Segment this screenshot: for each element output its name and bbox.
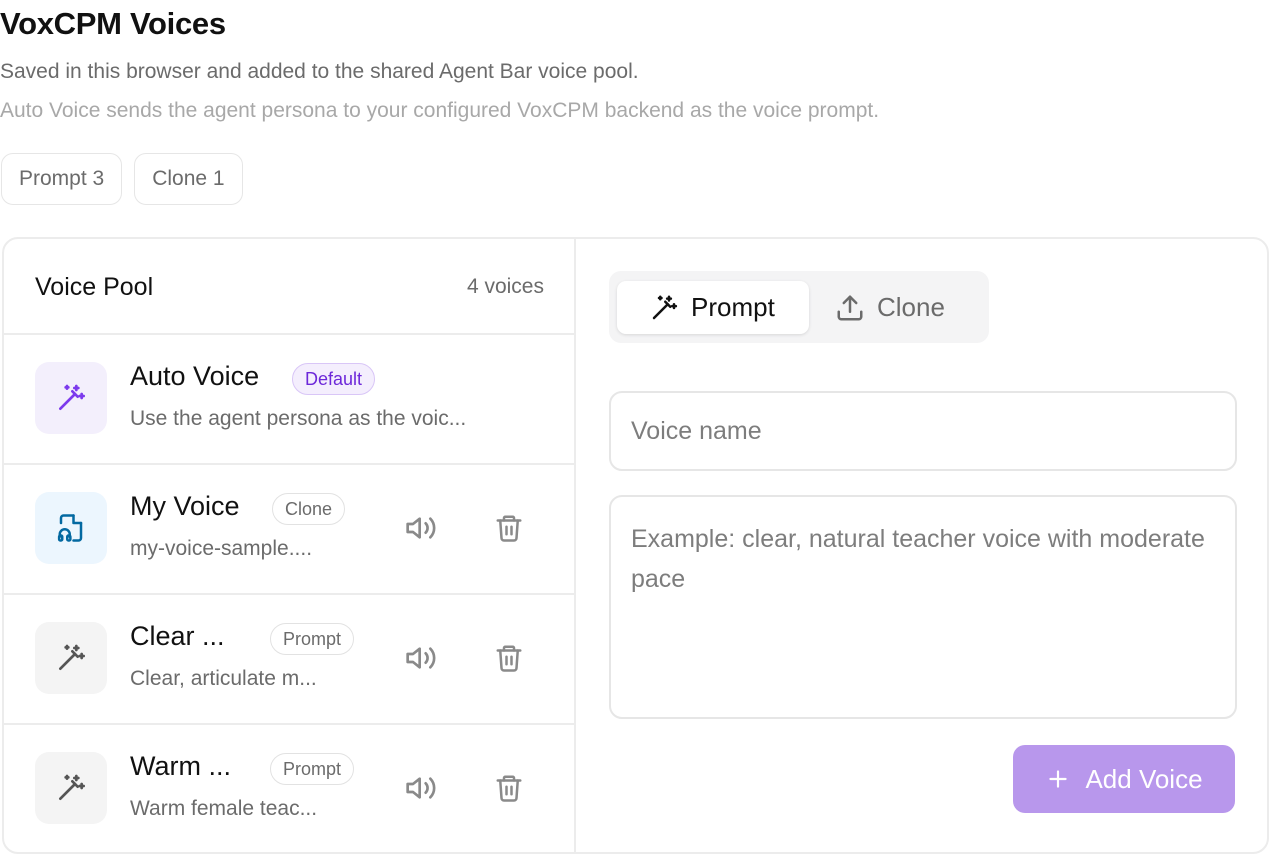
prompt-badge: Prompt	[270, 623, 355, 655]
voice-description: Clear, articulate m...	[130, 667, 317, 690]
magic-wand-icon	[35, 362, 107, 434]
magic-wand-icon	[35, 622, 107, 694]
tab-clone[interactable]: Clone	[817, 281, 963, 334]
voice-item-clear[interactable]: Clear ... Prompt Clear, articulate m...	[4, 595, 574, 725]
filter-chips: Prompt 3 Clone 1	[1, 153, 243, 205]
mode-tabs: Prompt Clone	[609, 271, 989, 343]
voice-description: Warm female teac...	[130, 797, 318, 820]
voice-pool-header: Voice Pool 4 voices	[4, 239, 574, 335]
play-voice-icon[interactable]	[403, 510, 439, 546]
voice-editor: Prompt Clone Add Voice	[576, 239, 1267, 852]
trash-icon[interactable]	[491, 770, 527, 806]
voice-description: Use the agent persona as the voic...	[130, 407, 467, 430]
voice-name: Warm ...	[130, 751, 231, 781]
play-voice-icon[interactable]	[403, 640, 439, 676]
filter-chip-clone[interactable]: Clone 1	[134, 153, 243, 205]
plus-icon	[1045, 766, 1071, 792]
voice-description: my-voice-sample....	[130, 537, 313, 560]
prompt-badge: Prompt	[270, 753, 355, 785]
voice-pool-count: 4 voices	[466, 275, 544, 298]
voice-name: My Voice	[130, 491, 240, 521]
tab-prompt[interactable]: Prompt	[617, 281, 809, 334]
default-badge: Default	[292, 363, 376, 395]
voice-item-my-voice[interactable]: My Voice Clone my-voice-sample....	[4, 465, 574, 595]
audio-file-icon	[35, 492, 107, 564]
page-hint: Auto Voice sends the agent persona to yo…	[0, 99, 880, 122]
voice-name: Auto Voice	[130, 361, 260, 391]
play-voice-icon[interactable]	[403, 770, 439, 806]
tab-label: Prompt	[691, 292, 775, 322]
voice-item-warm[interactable]: Warm ... Prompt Warm female teac...	[4, 725, 574, 852]
voice-pool: Voice Pool 4 voices Auto Voice Default U…	[4, 239, 576, 852]
filter-chip-prompt[interactable]: Prompt 3	[1, 153, 123, 205]
voice-panel: Voice Pool 4 voices Auto Voice Default U…	[2, 237, 1269, 854]
clone-badge: Clone	[272, 493, 346, 525]
page-title: VoxCPM Voices	[0, 6, 226, 41]
voice-prompt-input[interactable]	[609, 495, 1237, 719]
voice-pool-title: Voice Pool	[35, 273, 154, 301]
tab-label: Clone	[877, 292, 945, 322]
magic-wand-icon	[35, 752, 107, 824]
magic-wand-icon	[649, 293, 679, 323]
voice-name: Clear ...	[130, 621, 225, 651]
page-subtitle: Saved in this browser and added to the s…	[0, 60, 639, 83]
voice-item-auto[interactable]: Auto Voice Default Use the agent persona…	[4, 335, 574, 465]
upload-icon	[835, 293, 865, 323]
add-voice-label: Add Voice	[1085, 763, 1203, 794]
add-voice-button[interactable]: Add Voice	[1013, 745, 1235, 813]
voice-name-input[interactable]	[609, 391, 1237, 471]
trash-icon[interactable]	[491, 640, 527, 676]
trash-icon[interactable]	[491, 510, 527, 546]
